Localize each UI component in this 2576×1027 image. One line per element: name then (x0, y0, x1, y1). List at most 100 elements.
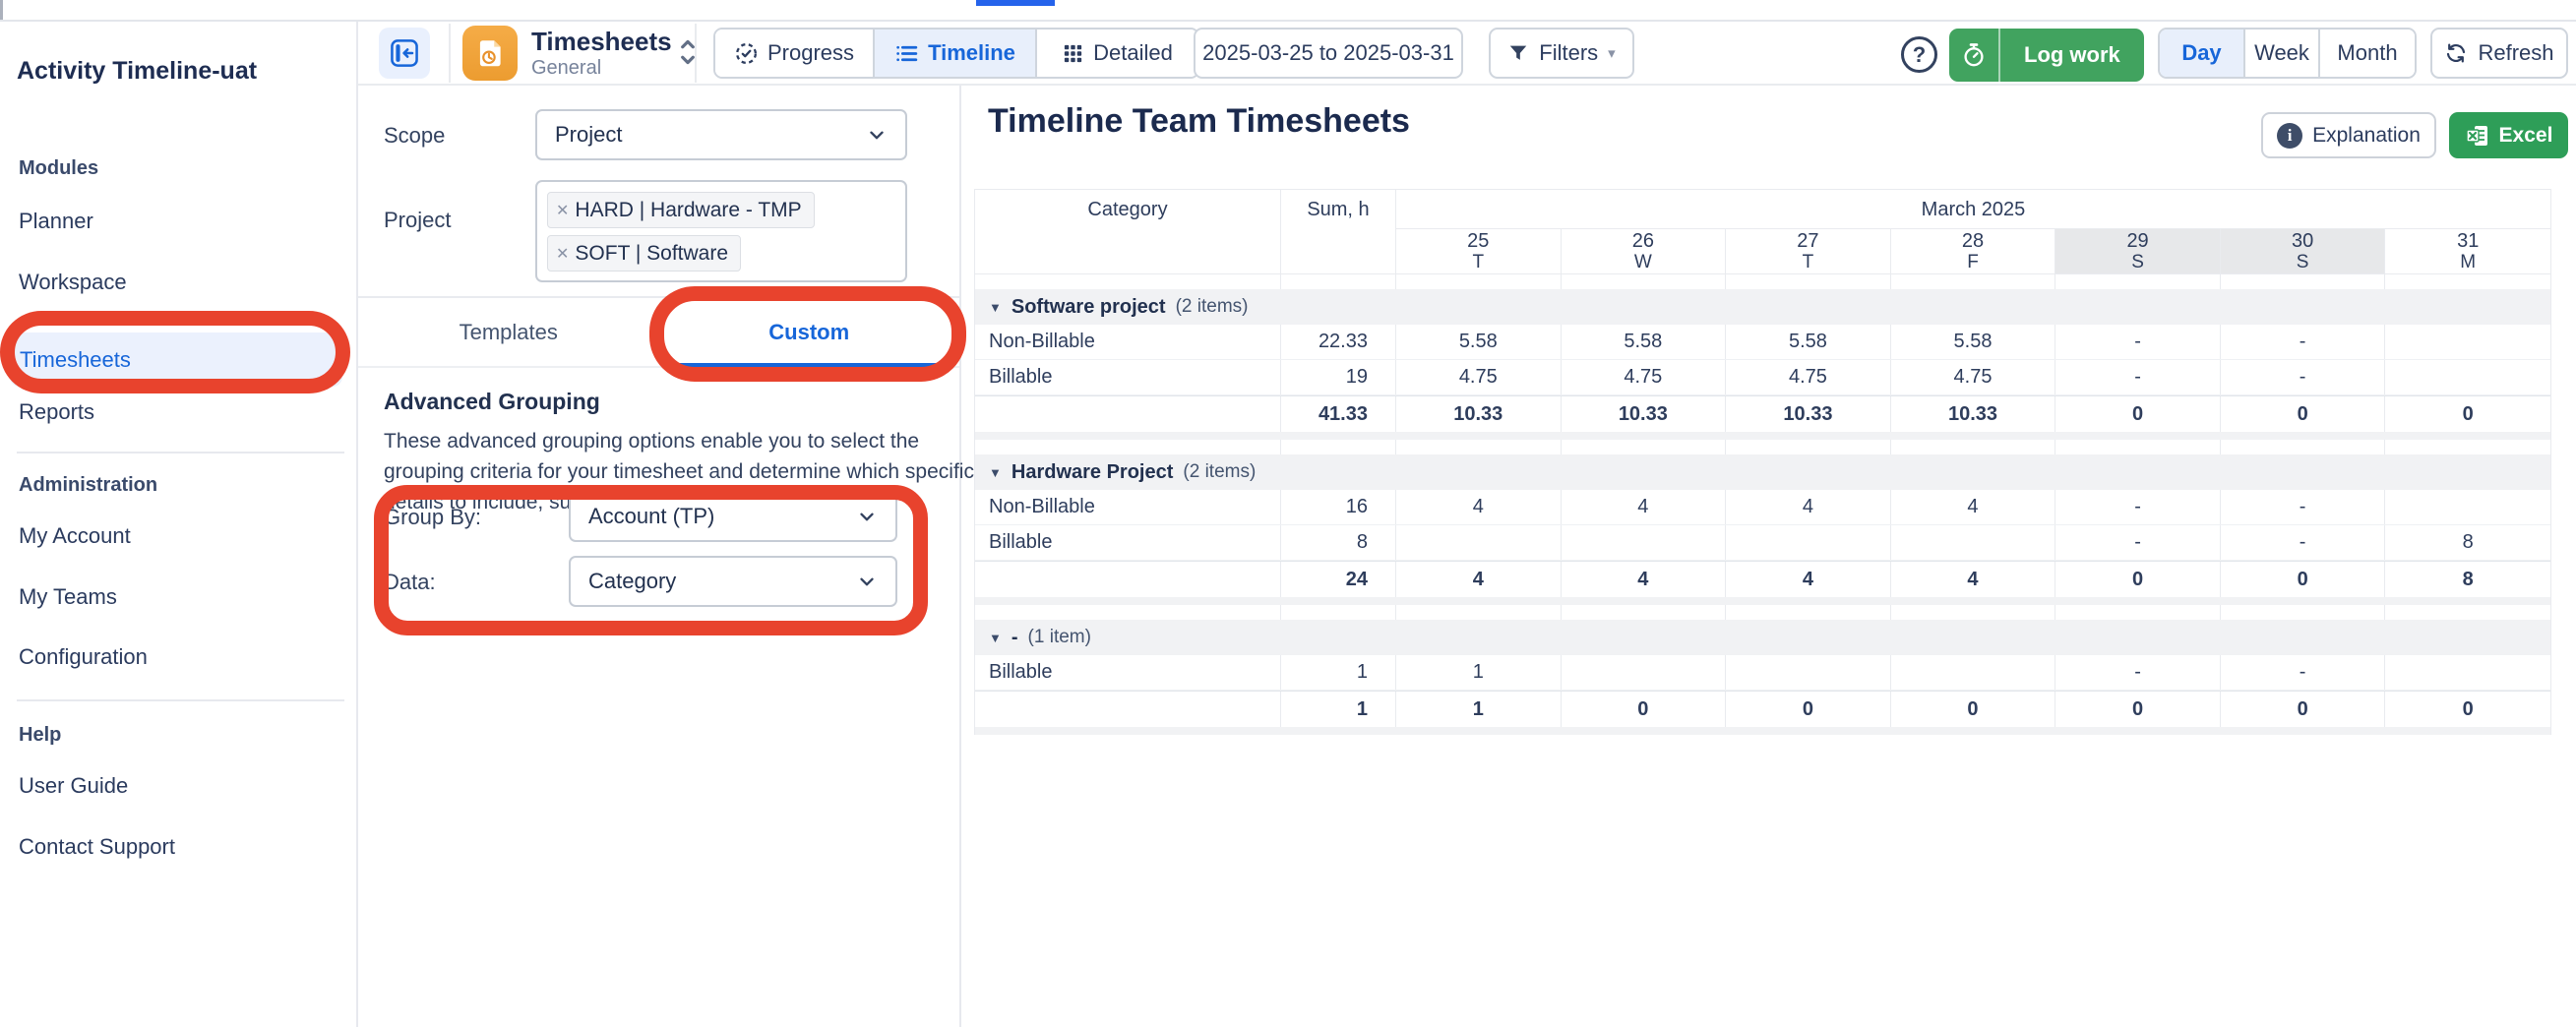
group-by-value: Account (TP) (588, 504, 714, 529)
day-value: - (2055, 490, 2221, 524)
tab-detailed[interactable]: Detailed (1035, 30, 1197, 77)
spacer-cell (1891, 605, 2056, 620)
tab-custom[interactable]: Custom (659, 298, 960, 366)
remove-tag-icon[interactable]: ✕ (556, 201, 569, 220)
period-month[interactable]: Month (2318, 30, 2415, 77)
period-week[interactable]: Week (2243, 30, 2318, 77)
spacer-cell (1562, 274, 1727, 289)
date-range-value: 2025-03-25 to 2025-03-31 (1202, 40, 1454, 66)
sidebar-divider (17, 452, 344, 453)
day-value (2385, 490, 2550, 524)
row-category (975, 274, 1281, 289)
day-header-28: 28F (1891, 229, 2056, 273)
group-separator (975, 597, 2550, 605)
day-value: 4 (1562, 490, 1727, 524)
sidebar-item-user-guide[interactable]: User Guide (19, 773, 128, 799)
period-month-label: Month (2337, 40, 2397, 66)
spacer-row (975, 274, 2550, 289)
spacer-cell (1396, 274, 1562, 289)
group-total-row: 11000000 (975, 691, 2550, 727)
day-number: 30 (2292, 231, 2313, 251)
spacer-cell (2221, 274, 2386, 289)
sidebar-item-timesheets[interactable]: Timesheets (10, 332, 342, 387)
spacer-cell (2055, 274, 2221, 289)
tab-templates[interactable]: Templates (358, 298, 659, 366)
sidebar-item-reports[interactable]: Reports (19, 399, 94, 425)
data-select[interactable]: Category (569, 556, 897, 607)
sidebar-section-help: Help (19, 724, 61, 747)
day-value: 4 (1396, 490, 1562, 524)
project-multiselect[interactable]: ✕ HARD | Hardware - TMP ✕ SOFT | Softwar… (535, 180, 907, 282)
group-header-1[interactable]: ▼Software project(2 items) (975, 289, 2550, 325)
project-tag-label: SOFT | Software (575, 242, 728, 266)
row-sum: 16 (1281, 490, 1396, 524)
day-value: 5.58 (1726, 325, 1891, 359)
total-day-value: 0 (2221, 692, 2386, 727)
collapse-triangle-icon[interactable]: ▼ (989, 465, 1002, 480)
advanced-grouping-title: Advanced Grouping (384, 389, 600, 415)
filters-label: Filters (1539, 40, 1598, 66)
scope-select[interactable]: Project (535, 109, 907, 160)
tab-templates-label: Templates (460, 320, 558, 345)
day-value (2385, 360, 2550, 394)
day-value (1396, 525, 1562, 560)
period-day[interactable]: Day (2160, 30, 2243, 77)
day-number: 26 (1632, 231, 1654, 251)
remove-tag-icon[interactable]: ✕ (556, 244, 569, 264)
group-item-count: (2 items) (1176, 296, 1249, 318)
spacer-cell (1562, 440, 1727, 454)
day-header-30: 30S (2221, 229, 2386, 273)
day-header-25: 25T (1396, 229, 1562, 273)
period-toggle: Day Week Month (2158, 28, 2417, 79)
collapse-triangle-icon[interactable]: ▼ (989, 300, 1002, 315)
tab-progress[interactable]: Progress (715, 30, 873, 77)
day-value: 4 (1891, 490, 2056, 524)
group-separator (975, 432, 2550, 440)
day-value: - (2055, 525, 2221, 560)
spacer-row (975, 440, 2550, 454)
spacer-cell (1726, 605, 1891, 620)
sidebar-divider (17, 699, 344, 701)
log-work-button[interactable]: Log work (1949, 29, 2144, 82)
sidebar-item-workspace[interactable]: Workspace (19, 270, 127, 295)
toolbar-divider (449, 24, 451, 83)
day-of-week: T (1472, 253, 1484, 272)
sidebar-item-configuration[interactable]: Configuration (19, 644, 148, 670)
sidebar-item-my-account[interactable]: My Account (19, 523, 131, 549)
total-day-value: 4 (1891, 562, 2056, 597)
spacer-cell (2385, 274, 2550, 289)
collapse-triangle-icon[interactable]: ▼ (989, 631, 1002, 645)
table-body: ▼Software project(2 items)Non-Billable22… (975, 274, 2550, 735)
collapse-panel-button[interactable] (379, 28, 430, 79)
total-day-value: 10.33 (1891, 396, 2056, 432)
day-value: 4 (1726, 490, 1891, 524)
group-separator (975, 727, 2550, 735)
total-day-value: 0 (1891, 692, 2056, 727)
stopwatch-icon[interactable] (1949, 29, 2000, 82)
help-button[interactable]: ? (1901, 36, 1937, 73)
spacer-cell (1726, 274, 1891, 289)
sidebar-item-my-teams[interactable]: My Teams (19, 584, 117, 610)
day-number: 31 (2457, 231, 2479, 251)
sidebar-item-planner[interactable]: Planner (19, 209, 93, 234)
tab-timeline[interactable]: Timeline (873, 30, 1035, 77)
refresh-button[interactable]: Refresh (2430, 28, 2568, 79)
data-label: Data: (384, 570, 436, 595)
day-value: - (2055, 655, 2221, 690)
group-item-count: (1 item) (1028, 627, 1091, 648)
group-by-select[interactable]: Account (TP) (569, 491, 897, 542)
filters-button[interactable]: Filters ▾ (1489, 28, 1634, 79)
explanation-button[interactable]: i Explanation (2261, 112, 2436, 158)
detailed-grid-icon (1062, 42, 1084, 65)
group-header-2[interactable]: ▼Hardware Project(2 items) (975, 454, 2550, 490)
date-range-picker[interactable]: 2025-03-25 to 2025-03-31 (1194, 28, 1463, 79)
sidebar-item-contact-support[interactable]: Contact Support (19, 834, 175, 860)
day-value: - (2055, 360, 2221, 394)
excel-export-button[interactable]: Excel (2449, 112, 2568, 158)
table-row: Billable11-- (975, 655, 2550, 691)
total-day-value: 10.33 (1726, 396, 1891, 432)
group-header-3[interactable]: ▼-(1 item) (975, 620, 2550, 655)
spacer-cell (2221, 605, 2386, 620)
module-selector-chevrons-icon[interactable] (675, 34, 701, 70)
module-selector-title[interactable]: Timesheets (531, 27, 672, 57)
